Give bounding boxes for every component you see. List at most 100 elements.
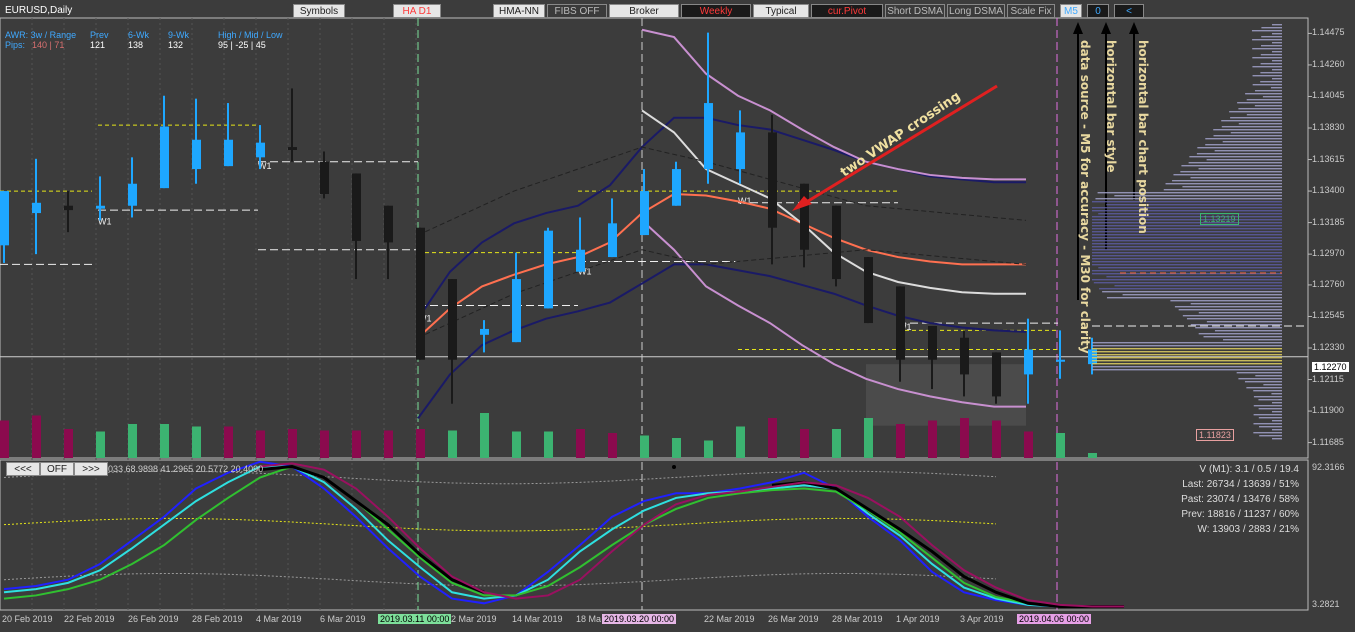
volume-bar: [384, 430, 393, 458]
volume-bar: [160, 424, 169, 458]
volume-bar: [320, 430, 329, 458]
volume-bar: [256, 430, 265, 458]
volume-bar: [800, 429, 809, 458]
volume-profile-bar: [1178, 309, 1282, 311]
volume-profile-bar: [1093, 282, 1282, 284]
volume-profile-bar: [1198, 312, 1282, 314]
prev-button[interactable]: <<<: [6, 462, 40, 476]
toolbar-button-7[interactable]: cur.Pivot: [811, 4, 883, 18]
toolbar-button-5[interactable]: Weekly: [681, 4, 751, 18]
price-tick: 1.14045: [1312, 90, 1345, 101]
volume-bar: [96, 431, 105, 458]
osc-tick-low: 3.2821: [1312, 599, 1340, 609]
volume-profile-bar: [1254, 90, 1282, 92]
price-tick: 1.11900: [1312, 405, 1344, 416]
volume-profile-bar: [1238, 378, 1282, 380]
volume-bar: [736, 426, 745, 458]
candle-body: [1024, 349, 1033, 375]
toolbar-button-12[interactable]: 0: [1087, 4, 1109, 18]
candle-body: [288, 147, 297, 150]
volume-profile-bar: [1213, 135, 1282, 137]
range-shade: [866, 364, 1026, 426]
off-button[interactable]: OFF: [40, 462, 74, 476]
candle-body: [32, 202, 41, 214]
volume-profile-bar: [1092, 234, 1282, 236]
volume-bar: [224, 426, 233, 458]
date-label: 6 Mar 2019: [320, 614, 366, 624]
next-button[interactable]: >>>: [74, 462, 108, 476]
volume-profile-bar: [1214, 150, 1282, 152]
candle-body: [768, 132, 777, 228]
volume-profile-bar: [1092, 222, 1282, 224]
volume-bar: [0, 420, 9, 458]
price-tick: 1.13400: [1312, 185, 1345, 196]
price-tick: 1.13185: [1312, 216, 1345, 227]
volume-profile-bar: [1092, 243, 1282, 245]
bar-position-annotation: horizontal bar chart position: [1136, 40, 1150, 234]
volume-profile-bar: [1221, 126, 1282, 128]
candle-body: [736, 132, 745, 170]
volume-profile-bar: [1260, 63, 1282, 65]
pips-prev: 121: [90, 40, 106, 50]
volume-profile-bar: [1092, 345, 1282, 347]
volume-profile-bar: [1163, 189, 1282, 191]
volume-profile-bar: [1106, 297, 1282, 299]
volume-bar: [992, 420, 1001, 458]
volume-profile-bar: [1122, 294, 1282, 296]
volume-bar: [352, 430, 361, 458]
toolbar-button-4[interactable]: Broker: [609, 4, 679, 18]
volume-profile-bar: [1206, 321, 1282, 323]
volume-profile-bar: [1092, 219, 1282, 221]
toolbar-button-9[interactable]: Long DSMA: [947, 4, 1005, 18]
volume-profile-bar: [1272, 69, 1282, 71]
toolbar-button-6[interactable]: Typical: [753, 4, 809, 18]
volume-profile-bar: [1237, 102, 1282, 104]
candle-body: [96, 205, 105, 209]
volume-bar: [448, 430, 457, 458]
volume-bar: [672, 438, 681, 458]
volume-profile-bar: [1092, 351, 1282, 353]
volume-profile-bar: [1223, 339, 1282, 341]
toolbar-button-10[interactable]: Scale Fix: [1007, 4, 1055, 18]
volume-profile-bar: [1238, 123, 1282, 125]
toolbar-button-13[interactable]: <: [1114, 4, 1144, 18]
stat-line: Past: 23074 / 13476 / 58%: [1181, 494, 1299, 505]
candle-body: [800, 183, 809, 250]
volume-profile-bar: [1092, 201, 1282, 203]
candle-body: [512, 279, 521, 343]
volume-profile-bar: [1252, 75, 1282, 77]
volume-bar: [512, 431, 521, 458]
volume-profile-bar: [1190, 324, 1282, 326]
osc-dot: [672, 465, 676, 469]
price-tick: 1.12115: [1312, 373, 1344, 384]
toolbar-button-1[interactable]: HA D1: [393, 4, 441, 18]
volume-profile-bar: [1098, 267, 1282, 269]
toolbar-button-3[interactable]: FIBS OFF: [547, 4, 607, 18]
pips-9wk: 132: [168, 40, 184, 50]
candle-body: [128, 183, 137, 206]
toolbar-button-2[interactable]: HMA-NN: [493, 4, 545, 18]
volume-profile-bar: [1272, 51, 1282, 53]
volume-profile-bar: [1092, 249, 1282, 251]
volume-bar: [416, 429, 425, 458]
toolbar-button-11[interactable]: M5: [1060, 4, 1082, 18]
candle-body: [608, 223, 617, 258]
price-tick: 1.12330: [1312, 342, 1345, 352]
volume-profile-bar: [1271, 393, 1282, 395]
volume-profile-bar: [1092, 270, 1282, 272]
volume-profile-bar: [1253, 396, 1282, 398]
toolbar-button-8[interactable]: Short DSMA: [885, 4, 945, 18]
volume-profile-bar: [1092, 261, 1282, 263]
toolbar-button-0[interactable]: Symbols: [293, 4, 345, 18]
awr-6wk-label: 6-Wk: [128, 30, 149, 40]
oscillator-readout: 033 68.9898 41.2965 20.5772 20.4090: [108, 464, 264, 474]
candle-body: [320, 161, 329, 194]
candle-body: [704, 103, 713, 170]
volume-profile-bar: [1174, 306, 1282, 308]
volume-bar: [704, 440, 713, 458]
volume-profile-bar: [1092, 258, 1282, 260]
price-tick: 1.12760: [1312, 278, 1345, 289]
volume-bar: [1088, 453, 1097, 458]
candle-body: [352, 173, 361, 241]
price-tick: 1.13830: [1312, 122, 1345, 132]
